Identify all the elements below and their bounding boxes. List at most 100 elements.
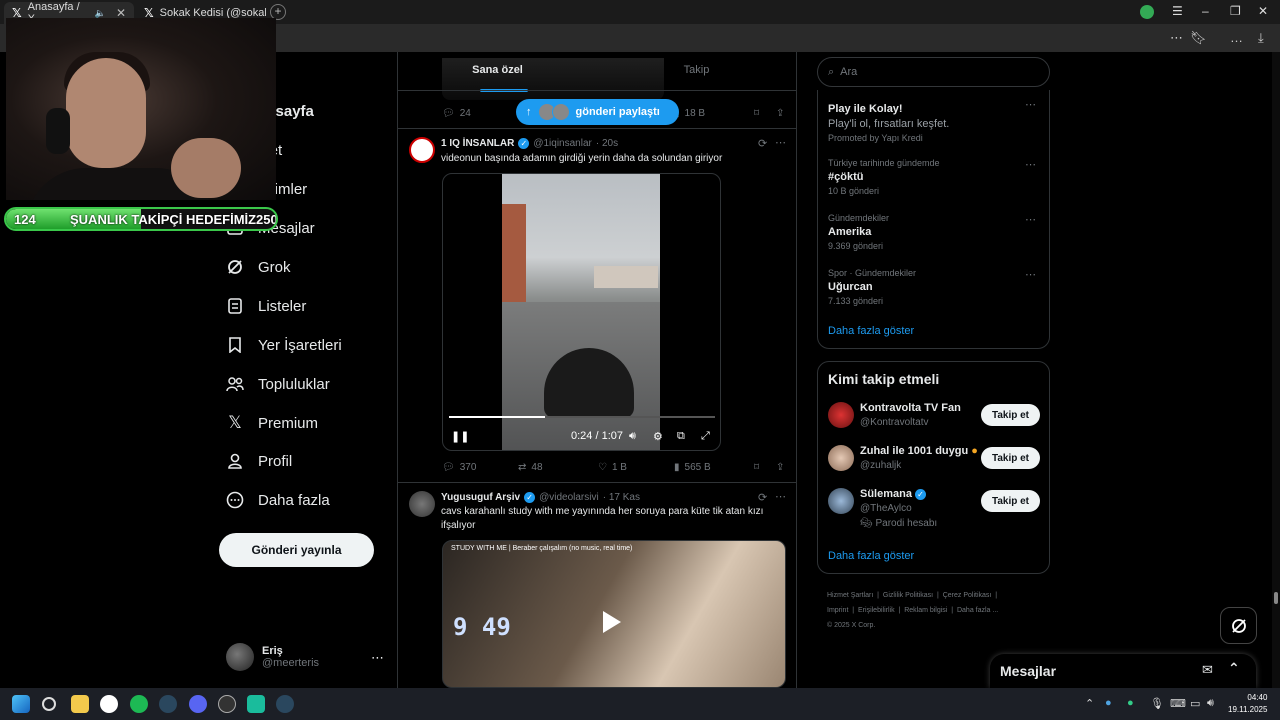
like-button[interactable]: ♡ 1 B: [598, 462, 627, 473]
new-posts-pill[interactable]: ↑ gönderi paylaştı: [516, 99, 679, 125]
nav-bookmarks[interactable]: Yer İşaretleri: [226, 334, 342, 356]
file-explorer-icon[interactable]: [71, 695, 89, 713]
microphone-icon[interactable]: 🎙︎: [1150, 697, 1164, 710]
bookmark-icon[interactable]: 🔖︎: [1190, 30, 1207, 46]
views-button[interactable]: ▮ 565 B: [674, 462, 711, 473]
post-button[interactable]: Gönderi yayınla: [219, 533, 374, 567]
follow-suggestion[interactable]: Zuhal ile 1001 duygu ● @zuhaljk Takip et: [828, 445, 1040, 475]
display-icon[interactable]: ▭: [1190, 697, 1200, 710]
share-button[interactable]: ⇪: [776, 108, 784, 119]
footer-link[interactable]: Reklam bilgisi: [904, 607, 947, 614]
post-time[interactable]: · 17 Kas: [603, 492, 640, 503]
discord-icon[interactable]: [189, 695, 207, 713]
notepad-icon[interactable]: [247, 695, 265, 713]
yandex-browser-icon[interactable]: [100, 695, 118, 713]
search-input[interactable]: ⌕ Ara: [817, 57, 1050, 87]
chevron-up-icon[interactable]: ⌃: [1228, 660, 1240, 677]
settings-icon[interactable]: ⚙: [653, 430, 663, 443]
footer-link[interactable]: Gizlilik Politikası: [883, 592, 933, 599]
chevron-up-icon[interactable]: ⌃: [1085, 697, 1094, 710]
steam-icon[interactable]: [159, 695, 177, 713]
footer-link[interactable]: Daha fazla ...: [957, 607, 998, 614]
post-time[interactable]: · 20s: [596, 138, 618, 149]
author-name[interactable]: 1 IQ İNSANLAR: [441, 138, 514, 149]
search-icon[interactable]: [42, 697, 56, 711]
more-dots-icon[interactable]: ⋯: [1170, 30, 1183, 46]
footer-link[interactable]: Çerez Politikası: [943, 592, 992, 599]
follow-suggestion[interactable]: Sülemana ✓ @TheAylco 🎭︎ Parodi hesabı Tak…: [828, 488, 1040, 532]
speaker-icon[interactable]: 🔈: [95, 8, 106, 19]
tab-following[interactable]: Takip: [597, 52, 796, 90]
repost-button[interactable]: ⇄ 48: [518, 462, 543, 473]
system-clock[interactable]: 04:40 19.11.2025: [1228, 692, 1267, 716]
author-name[interactable]: Yugusuguf Arşiv: [441, 492, 520, 503]
nav-more[interactable]: Daha fazla: [226, 489, 330, 511]
play-icon[interactable]: [603, 611, 621, 633]
keyboard-icon[interactable]: ⌨: [1170, 697, 1186, 710]
nav-grok[interactable]: Grok: [226, 256, 291, 278]
volume-icon[interactable]: 🔊︎: [629, 430, 636, 443]
bookmark-button[interactable]: ⌑: [754, 462, 759, 473]
follow-button[interactable]: Takip et: [981, 490, 1040, 512]
share-button[interactable]: ⇪: [776, 462, 784, 473]
pip-icon[interactable]: ⧉: [677, 430, 685, 443]
grok-icon[interactable]: ⟳: [758, 491, 767, 504]
video-player[interactable]: ❚❚ 0:24 / 1:07 🔊︎ ⚙ ⧉ ⤢: [442, 173, 721, 451]
reply-button[interactable]: 💬︎ 370: [442, 462, 476, 473]
account-switcher[interactable]: Eriş @meerteris: [226, 643, 319, 671]
scrollbar[interactable]: [1272, 52, 1280, 688]
trend-item[interactable]: Spor · Gündemdekiler Uğurcan 7.133 gönde…: [828, 268, 916, 306]
footer-link[interactable]: Hizmet Şartları: [827, 592, 873, 599]
video-thumbnail[interactable]: STUDY WITH ME | Beraber çalışalım (no mu…: [442, 540, 786, 688]
footer-link[interactable]: Erişilebilirlik: [858, 607, 895, 614]
spotify-icon[interactable]: [130, 695, 148, 713]
more-dots-icon[interactable]: ⋯: [1025, 268, 1036, 281]
more-dots-icon[interactable]: ⋯: [775, 490, 786, 503]
video-progress-bar[interactable]: [449, 416, 715, 418]
app-icon[interactable]: [218, 695, 236, 713]
tab-for-you[interactable]: Sana özel: [398, 52, 597, 92]
trend-item[interactable]: Gündemdekiler Amerika 9.369 gönderi: [828, 213, 889, 251]
avatar[interactable]: [409, 137, 435, 163]
restore-icon[interactable]: ❐: [1230, 4, 1241, 18]
reply-button[interactable]: 💬︎ 24: [442, 108, 471, 119]
show-more-link[interactable]: Daha fazla göster: [828, 325, 914, 337]
nav-communities[interactable]: Topluluklar: [226, 373, 330, 395]
pause-icon[interactable]: ❚❚: [451, 430, 469, 443]
minimize-icon[interactable]: –: [1202, 4, 1209, 18]
more-dots-icon[interactable]: ⋯: [1025, 213, 1036, 226]
steam-tray-icon[interactable]: ●: [1105, 697, 1112, 709]
more-dots-icon[interactable]: ⋯: [775, 136, 786, 149]
nav-profile[interactable]: Profil: [226, 450, 292, 472]
bookmark-button[interactable]: ⌑: [754, 108, 759, 119]
follow-button[interactable]: Takip et: [981, 447, 1040, 469]
extensions-icon[interactable]: …: [1230, 30, 1243, 45]
windows-start-icon[interactable]: [12, 695, 30, 713]
more-dots-icon[interactable]: ⋯: [1025, 158, 1036, 171]
footer-link[interactable]: Imprint: [827, 607, 848, 614]
download-icon[interactable]: ⤓: [1258, 30, 1264, 46]
more-dots-icon[interactable]: ⋯: [371, 650, 384, 666]
compose-message-icon[interactable]: ✉: [1202, 662, 1213, 678]
nav-premium[interactable]: 𝕏 Premium: [226, 412, 318, 434]
follow-suggestion[interactable]: Kontravolta TV Fan @Kontravoltatv Takip …: [828, 402, 1040, 432]
nav-lists[interactable]: Listeler: [226, 295, 306, 317]
avatar[interactable]: [409, 491, 435, 517]
volume-icon[interactable]: 🔊︎: [1207, 697, 1214, 710]
trend-item[interactable]: Türkiye tarihinde gündemde #çöktü 10 B g…: [828, 158, 940, 196]
steam-icon[interactable]: [276, 695, 294, 713]
promo-item[interactable]: Play ile Kolay! Play'li ol, fırsatları k…: [828, 100, 949, 143]
author-handle[interactable]: @1iqinsanlar: [533, 138, 592, 149]
author-handle[interactable]: @videolarsivi: [539, 492, 599, 503]
follow-button[interactable]: Takip et: [981, 404, 1040, 426]
app-tray-icon[interactable]: ●: [1127, 697, 1134, 709]
fullscreen-icon[interactable]: ⤢: [701, 430, 710, 443]
profile-icon[interactable]: [1140, 5, 1154, 19]
grok-icon[interactable]: ⟳: [758, 137, 767, 150]
grok-button[interactable]: [1220, 607, 1257, 644]
show-more-link[interactable]: Daha fazla göster: [828, 550, 914, 562]
window-close-icon[interactable]: ✕: [1258, 4, 1268, 18]
messages-drawer[interactable]: Mesajlar ✉ ⌃: [990, 654, 1256, 688]
more-dots-icon[interactable]: ⋯: [1025, 98, 1036, 111]
menu-icon[interactable]: ☰: [1172, 4, 1183, 18]
